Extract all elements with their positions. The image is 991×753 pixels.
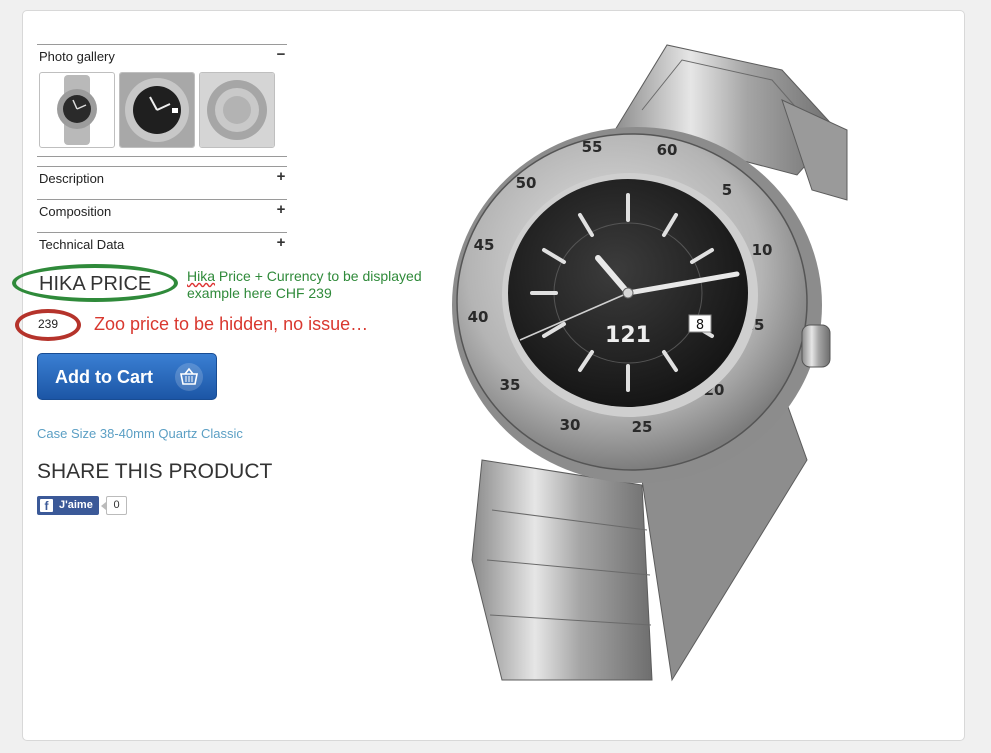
watch-icon: 55 60 5 10 15 20 25 30 35 40 45 50 (452, 44, 848, 682)
expand-icon[interactable]: + (275, 202, 287, 217)
product-sidebar: Photo gallery − Description + Compositio… (37, 44, 287, 256)
svg-text:121: 121 (605, 323, 651, 348)
add-to-cart-button[interactable]: Add to Cart (37, 353, 217, 400)
thumbnail-front[interactable] (39, 72, 115, 148)
svg-text:25: 25 (632, 418, 653, 436)
svg-text:45: 45 (474, 236, 495, 254)
annotation-green-note: Hika Price + Currency to be displayed ex… (187, 268, 457, 302)
annotation-text-line2: example here CHF 239 (187, 285, 332, 301)
accordion-label: Technical Data (39, 237, 125, 252)
accordion-label: Description (39, 171, 105, 186)
add-to-cart-label: Add to Cart (55, 367, 153, 387)
svg-text:8: 8 (696, 318, 704, 333)
accordion-photo-gallery[interactable]: Photo gallery − (37, 44, 287, 68)
svg-text:60: 60 (657, 141, 678, 159)
svg-text:30: 30 (560, 416, 581, 434)
thumbnail-dial[interactable] (119, 72, 195, 148)
annotation-red-note: Zoo price to be hidden, no issue… (94, 314, 369, 334)
svg-text:55: 55 (582, 138, 603, 156)
share-title: SHARE THIS PRODUCT (37, 460, 273, 483)
case-size-text: Case Size 38-40mm Quartz Classic (37, 426, 243, 441)
svg-text:35: 35 (500, 376, 521, 394)
accordion-description[interactable]: Description + (37, 166, 287, 190)
basket-icon (175, 363, 203, 391)
expand-icon[interactable]: + (275, 235, 287, 250)
hika-price-label: HIKA PRICE (39, 273, 152, 295)
facebook-like-button[interactable]: f J'aime (37, 496, 99, 515)
annotation-word: Hika (187, 268, 216, 284)
expand-icon[interactable]: + (275, 169, 287, 184)
facebook-like-count: 0 (101, 496, 127, 515)
facebook-like-label: J'aime (59, 499, 93, 511)
accordion-technical-data[interactable]: Technical Data + (37, 232, 287, 256)
annotation-text: Price + Currency to be displayed (215, 268, 422, 284)
svg-text:40: 40 (468, 308, 489, 326)
svg-text:10: 10 (752, 241, 773, 259)
zoo-price-value: 239 (38, 317, 59, 331)
svg-text:5: 5 (722, 181, 732, 199)
thumbnail-back[interactable] (199, 72, 275, 148)
svg-text:50: 50 (516, 174, 537, 192)
thumbnail-strip (37, 68, 287, 157)
facebook-icon: f (40, 499, 53, 513)
collapse-icon[interactable]: − (275, 47, 287, 62)
accordion-label: Photo gallery (39, 49, 115, 64)
accordion-label: Composition (39, 204, 112, 219)
accordion-composition[interactable]: Composition + (37, 199, 287, 223)
product-image[interactable]: 55 60 5 10 15 20 25 30 35 40 45 50 (452, 40, 872, 685)
